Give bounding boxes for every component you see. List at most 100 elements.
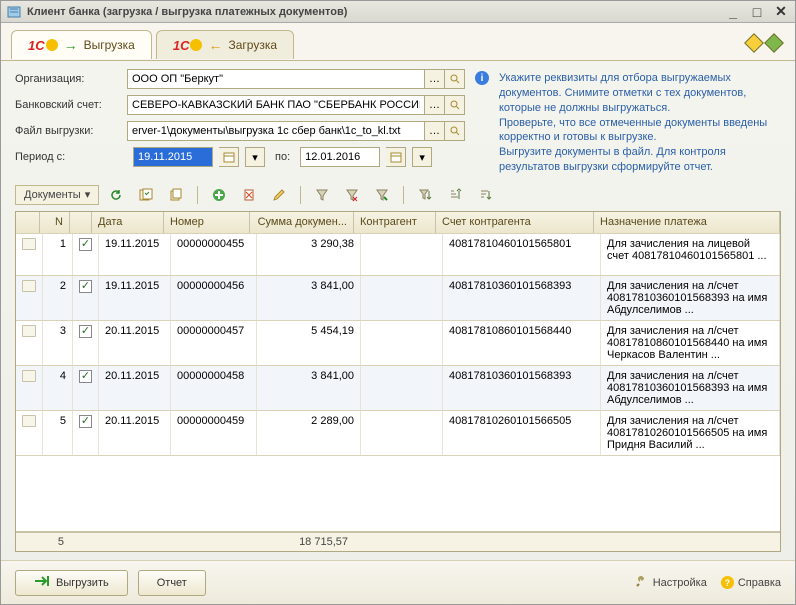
footer: Выгрузить Отчет Настройка ? Справка bbox=[1, 560, 795, 604]
cell-n: 2 bbox=[43, 276, 73, 320]
cell-sum: 5 454,19 bbox=[257, 321, 361, 365]
delete-button[interactable] bbox=[236, 185, 262, 205]
report-button[interactable]: Отчет bbox=[138, 570, 206, 596]
copy-button[interactable] bbox=[163, 185, 189, 205]
col-account[interactable]: Счет контрагента bbox=[436, 212, 594, 233]
cell-n: 3 bbox=[43, 321, 73, 365]
row-checkbox[interactable]: ✓ bbox=[79, 415, 92, 428]
bank-select-btn[interactable]: … bbox=[425, 95, 445, 115]
period-to-spin-btn[interactable]: ▾ bbox=[412, 147, 432, 167]
period-to-calendar-btn[interactable] bbox=[386, 147, 406, 167]
cell-purpose: Для зачисления на л/счет 408178103601015… bbox=[601, 276, 780, 320]
period-label: Период с: bbox=[15, 151, 127, 163]
help-link[interactable]: ? Справка bbox=[721, 576, 781, 589]
col-check[interactable] bbox=[70, 212, 92, 233]
row-icon bbox=[22, 238, 36, 250]
row-icon bbox=[22, 280, 36, 292]
cell-date: 20.11.2015 bbox=[99, 366, 171, 410]
upload-arrow-icon bbox=[34, 574, 50, 591]
table-row[interactable]: 5✓20.11.2015000000004592 289,00408178102… bbox=[16, 411, 780, 456]
maximize-button[interactable]: □ bbox=[749, 5, 765, 19]
sort-asc-icon bbox=[477, 187, 493, 203]
period-to-input[interactable] bbox=[300, 147, 380, 167]
filter-edit-button[interactable] bbox=[369, 185, 395, 205]
col-counterparty[interactable]: Контрагент bbox=[354, 212, 436, 233]
filter-button[interactable] bbox=[309, 185, 335, 205]
cell-purpose: Для зачисления на л/счет 408178108601015… bbox=[601, 321, 780, 365]
tab-upload[interactable]: 1C → Выгрузка bbox=[11, 30, 152, 59]
file-lookup-btn[interactable] bbox=[445, 121, 465, 141]
bank-label: Банковский счет: bbox=[15, 99, 127, 111]
funnel-x-icon bbox=[344, 187, 360, 203]
refresh-icon bbox=[108, 187, 124, 203]
settings-label: Настройка bbox=[653, 577, 707, 589]
col-purpose[interactable]: Назначение платежа bbox=[594, 212, 780, 233]
report-button-label: Отчет bbox=[157, 577, 187, 589]
help-icon: ? bbox=[721, 576, 734, 589]
check-button[interactable] bbox=[133, 185, 159, 205]
table-row[interactable]: 4✓20.11.2015000000004583 841,00408178103… bbox=[16, 366, 780, 411]
col-n[interactable]: N bbox=[40, 212, 70, 233]
col-sum[interactable]: Сумма докумен... bbox=[250, 212, 354, 233]
documents-dropdown[interactable]: Документы ▾ bbox=[15, 185, 99, 205]
table-row[interactable]: 1✓19.11.2015000000004553 290,38408178104… bbox=[16, 234, 780, 276]
settings-link[interactable]: Настройка bbox=[635, 574, 707, 591]
table-row[interactable]: 3✓20.11.2015000000004575 454,19408178108… bbox=[16, 321, 780, 366]
file-browse-btn[interactable]: … bbox=[425, 121, 445, 141]
window-controls: _ □ ✕ bbox=[725, 5, 789, 19]
cell-account: 40817810460101565801 bbox=[443, 234, 601, 275]
sort-desc-button[interactable] bbox=[442, 185, 468, 205]
cell-sum: 3 290,38 bbox=[257, 234, 361, 275]
filter-clear-button[interactable] bbox=[339, 185, 365, 205]
file-input[interactable] bbox=[127, 121, 425, 141]
tab-upload-label: Выгрузка bbox=[84, 38, 135, 52]
cell-number: 00000000455 bbox=[171, 234, 257, 275]
cell-number: 00000000458 bbox=[171, 366, 257, 410]
col-rowicon[interactable] bbox=[16, 212, 40, 233]
cell-counterparty bbox=[361, 321, 443, 365]
col-number[interactable]: Номер bbox=[164, 212, 250, 233]
period-from-input[interactable] bbox=[133, 147, 213, 167]
period-from-calendar-btn[interactable] bbox=[219, 147, 239, 167]
row-checkbox[interactable]: ✓ bbox=[79, 280, 92, 293]
cell-sum: 3 841,00 bbox=[257, 366, 361, 410]
bank-input[interactable] bbox=[127, 95, 425, 115]
upload-button[interactable]: Выгрузить bbox=[15, 570, 128, 596]
row-checkbox[interactable]: ✓ bbox=[79, 325, 92, 338]
org-lookup-btn[interactable] bbox=[445, 69, 465, 89]
period-to-label: по: bbox=[275, 151, 290, 163]
checklist-icon bbox=[138, 187, 154, 203]
bank-lookup-btn[interactable] bbox=[445, 95, 465, 115]
row-checkbox[interactable]: ✓ bbox=[79, 370, 92, 383]
col-date[interactable]: Дата bbox=[92, 212, 164, 233]
cell-date: 19.11.2015 bbox=[99, 234, 171, 275]
info-action2-icon[interactable] bbox=[767, 36, 781, 53]
documents-label: Документы bbox=[24, 189, 81, 201]
tabstrip: 1C → Выгрузка 1C ← Загрузка bbox=[1, 23, 795, 61]
sort-asc-button[interactable] bbox=[472, 185, 498, 205]
cell-account: 40817810360101568393 bbox=[443, 366, 601, 410]
row-checkbox[interactable]: ✓ bbox=[79, 238, 92, 251]
info-action-icon[interactable] bbox=[747, 36, 761, 53]
org-select-btn[interactable]: … bbox=[425, 69, 445, 89]
close-button[interactable]: ✕ bbox=[773, 5, 789, 19]
grid: N Дата Номер Сумма докумен... Контрагент… bbox=[15, 211, 781, 552]
edit-button[interactable] bbox=[266, 185, 292, 205]
period-from-spin-btn[interactable]: ▾ bbox=[245, 147, 265, 167]
table-row[interactable]: 2✓19.11.2015000000004563 841,00408178103… bbox=[16, 276, 780, 321]
cell-date: 20.11.2015 bbox=[99, 411, 171, 455]
footer-count: 5 bbox=[40, 533, 70, 551]
arrow-right-icon: → bbox=[64, 37, 78, 53]
funnel-sort-button[interactable] bbox=[412, 185, 438, 205]
info-text: Укажите реквизиты для отбора выгружаемых… bbox=[499, 71, 785, 175]
org-input[interactable] bbox=[127, 69, 425, 89]
cell-account: 40817810360101568393 bbox=[443, 276, 601, 320]
window-title: Клиент банка (загрузка / выгрузка платеж… bbox=[27, 6, 347, 18]
add-button[interactable] bbox=[206, 185, 232, 205]
org-label: Организация: bbox=[15, 73, 127, 85]
grid-body: 1✓19.11.2015000000004553 290,38408178104… bbox=[16, 234, 780, 531]
cell-number: 00000000457 bbox=[171, 321, 257, 365]
minimize-button[interactable]: _ bbox=[725, 5, 741, 19]
refresh-button[interactable] bbox=[103, 185, 129, 205]
tab-download[interactable]: 1C ← Загрузка bbox=[156, 30, 294, 59]
